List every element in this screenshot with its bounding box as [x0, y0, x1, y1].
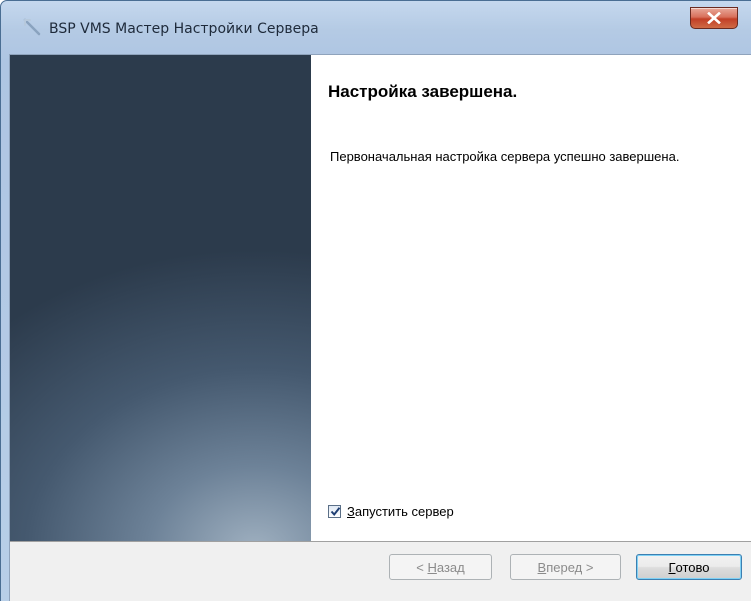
title-bar[interactable]: BSP VMS Мастер Настройки Сервера: [0, 0, 751, 52]
start-server-checkbox-row[interactable]: Запустить сервер: [328, 502, 454, 520]
next-button[interactable]: Вперед >: [510, 554, 621, 580]
finish-button-label-rest: отово: [675, 559, 710, 575]
next-button-accel: В: [537, 559, 547, 575]
window-title: BSP VMS Мастер Настройки Сервера: [49, 21, 319, 37]
wizard-button-bar: < Назад Вперед > Готово: [10, 541, 751, 601]
wizard-client-area: Настройка завершена. Первоначальная наст…: [9, 54, 751, 601]
wizard-window: BSP VMS Мастер Настройки Сервера Настрой…: [0, 0, 751, 601]
app-icon: [22, 17, 42, 37]
page-heading: Настройка завершена.: [328, 82, 518, 101]
wizard-page-content: Настройка завершена. Первоначальная наст…: [311, 55, 751, 541]
finish-button-accel: Г: [668, 559, 676, 575]
back-button-prefix: <: [416, 559, 428, 575]
start-server-accel: З: [347, 503, 355, 519]
close-button[interactable]: [690, 7, 738, 29]
completion-message: Первоначальная настройка сервера успешно…: [330, 149, 680, 164]
back-button-label-rest: азад: [436, 559, 465, 575]
finish-button[interactable]: Готово: [636, 554, 742, 580]
start-server-label-rest: апустить сервер: [354, 503, 454, 519]
back-button-accel: Н: [427, 559, 437, 575]
checkmark-icon: [330, 506, 341, 516]
close-icon: [707, 12, 721, 24]
next-button-label-rest: перед >: [546, 559, 594, 575]
start-server-checkbox[interactable]: [328, 504, 341, 518]
start-server-label: Запустить сервер: [347, 504, 454, 519]
wizard-side-banner: [10, 55, 311, 541]
back-button[interactable]: < Назад: [389, 554, 492, 580]
